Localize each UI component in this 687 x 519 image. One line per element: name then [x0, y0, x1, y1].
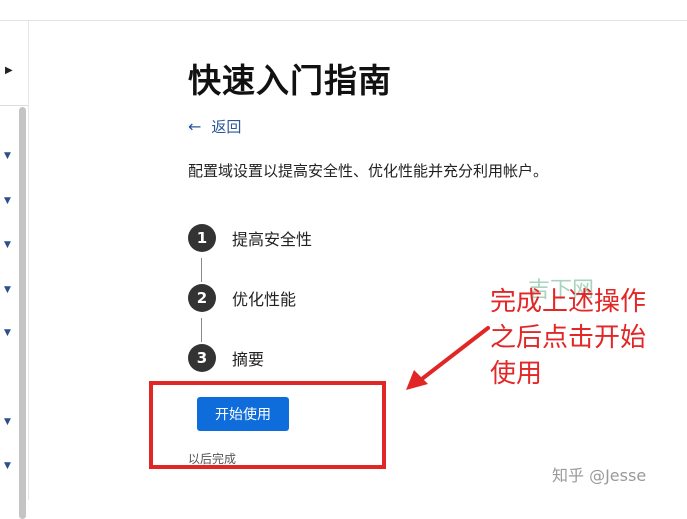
chevron-down-icon[interactable]: ▼ — [4, 461, 11, 471]
annotation-arrow — [406, 326, 490, 390]
step-label: 优化性能 — [232, 290, 297, 309]
back-label: 返回 — [211, 118, 242, 136]
page-description: 配置域设置以提高安全性、优化性能并充分利用帐户。 — [188, 162, 549, 180]
annotation-text: 完成上述操作 之后点击开始 使用 — [490, 284, 670, 392]
step-number-badge: 3 — [188, 344, 216, 372]
finish-later-link[interactable]: 以后完成 — [188, 450, 236, 465]
chevron-down-icon[interactable]: ▼ — [4, 196, 11, 206]
page-title: 快速入门指南 — [188, 61, 392, 100]
back-link[interactable]: ← 返回 — [188, 116, 241, 137]
step-connector — [201, 258, 202, 282]
annotation-line: 使用 — [490, 359, 543, 389]
step-label: 摘要 — [232, 350, 265, 369]
step-item: 2 优化性能 — [188, 284, 296, 312]
chevron-right-icon[interactable]: ▶ — [5, 65, 13, 76]
chevron-down-icon[interactable]: ▼ — [4, 328, 11, 338]
left-nav-rail: ▶ ▼ ▼ ▼ ▼ ▼ ▼ ▼ — [0, 21, 29, 519]
source-watermark: 知乎 @Jesse — [552, 466, 647, 485]
step-label: 提高安全性 — [232, 230, 313, 249]
step-item: 1 提高安全性 — [188, 224, 312, 252]
rail-divider — [0, 105, 28, 106]
annotation-line: 完成上述操作 — [490, 287, 647, 317]
step-connector — [201, 318, 202, 342]
step-number-badge: 2 — [188, 284, 216, 312]
chevron-down-icon[interactable]: ▼ — [4, 285, 11, 295]
arrow-left-icon: ← — [188, 117, 202, 136]
chevron-down-icon[interactable]: ▼ — [4, 151, 11, 161]
start-button[interactable]: 开始使用 — [197, 397, 289, 431]
annotation-line: 之后点击开始 — [490, 323, 647, 353]
top-bar — [0, 0, 687, 21]
chevron-down-icon[interactable]: ▼ — [4, 240, 11, 250]
scrollbar[interactable] — [19, 107, 26, 519]
step-item: 3 摘要 — [188, 344, 264, 372]
step-number-badge: 1 — [188, 224, 216, 252]
chevron-down-icon[interactable]: ▼ — [4, 417, 11, 427]
